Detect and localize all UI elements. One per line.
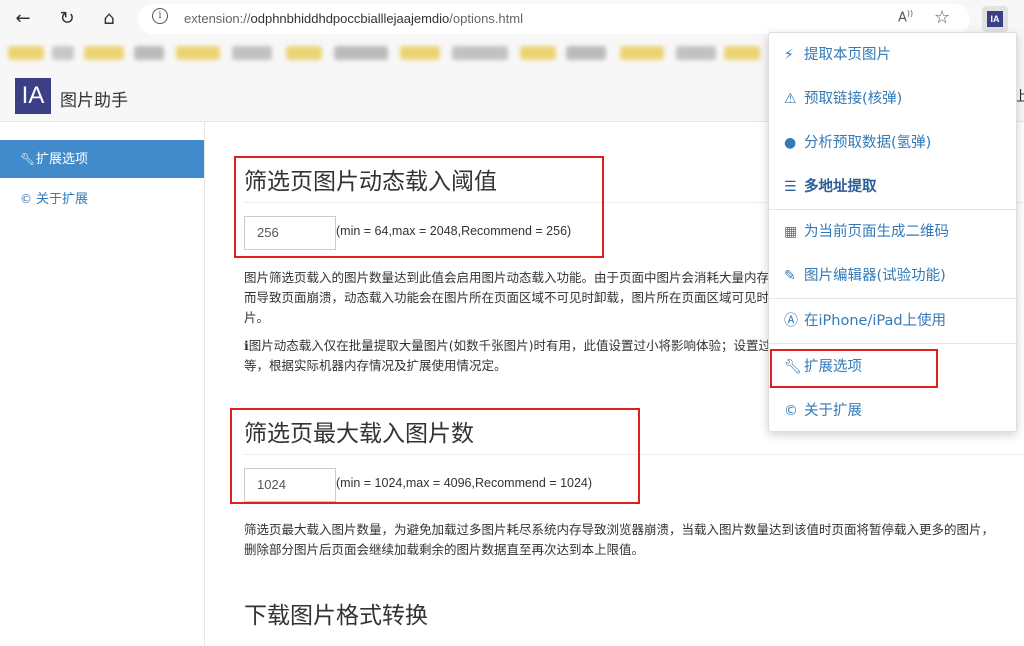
sidebar-item-label: 关于扩展 <box>36 192 89 207</box>
bomb-icon: ● <box>784 135 797 151</box>
bookmark-blur[interactable] <box>8 46 44 60</box>
copyright-icon: © <box>784 403 798 419</box>
copyright-icon: © <box>20 192 32 206</box>
max-images-desc-1: 筛选页最大载入图片数量，为避免加载过多图片耗尽系统内存导致浏览器崩溃，当载入图片… <box>244 522 995 537</box>
extension-button[interactable]: IA <box>982 6 1008 32</box>
popup-item-label: 多地址提取 <box>804 179 877 195</box>
sidebar: 🔧︎扩展选项 © 关于扩展 <box>0 122 205 646</box>
logo: IA <box>15 78 51 114</box>
bookmark-blur[interactable] <box>84 46 124 60</box>
sidebar-item-options[interactable]: 🔧︎扩展选项 <box>0 140 204 178</box>
popup-item-label: 在iPhone/iPad上使用 <box>804 313 947 329</box>
max-images-desc-2: 删除部分图片后页面会继续加载剩余的图片数据直至再次达到本上限值。 <box>244 542 645 557</box>
bookmark-blur[interactable] <box>400 46 440 60</box>
info-icon[interactable]: i <box>152 8 168 24</box>
popup-item-qrcode[interactable]: ▦ 为当前页面生成二维码 <box>769 210 1018 254</box>
popup-item-editor[interactable]: ✎ 图片编辑器(试验功能) <box>769 254 1018 298</box>
popup-item-about[interactable]: © 关于扩展 <box>769 389 1018 433</box>
bookmark-blur[interactable] <box>334 46 388 60</box>
url-path: /options.html <box>449 11 523 26</box>
edit-icon: ✎ <box>784 268 796 284</box>
sidebar-item-label: 扩展选项 <box>36 152 89 167</box>
popup-item-multi-address[interactable]: ☰ 多地址提取 <box>769 165 1018 209</box>
popup-separator <box>769 343 1018 344</box>
highlight-box-options-item <box>770 349 938 388</box>
back-arrow-icon[interactable]: ← <box>10 6 36 32</box>
highlight-box-threshold <box>234 156 604 258</box>
popup-item-label: 关于扩展 <box>804 403 862 419</box>
bookmark-blur[interactable] <box>176 46 220 60</box>
read-aloud-icon[interactable]: A)) <box>898 9 913 25</box>
url-prefix: extension:// <box>184 11 251 26</box>
brand-title: 图片助手 <box>60 91 128 111</box>
wrench-icon: 🔧︎ <box>20 152 36 166</box>
bookmark-blur[interactable] <box>232 46 272 60</box>
bookmark-blur[interactable] <box>134 46 164 60</box>
star-icon[interactable]: ☆ <box>934 7 950 28</box>
bookmark-blur[interactable] <box>566 46 606 60</box>
extension-icon: IA <box>987 11 1003 27</box>
lightning-icon: ⚡︎ <box>784 47 794 63</box>
popup-item-label: 图片编辑器(试验功能) <box>804 268 946 284</box>
appstore-icon: Ⓐ <box>784 313 798 329</box>
bookmark-blur[interactable] <box>286 46 322 60</box>
url-text[interactable]: extension://odphnbhiddhdpoccbialllejaaje… <box>184 11 523 26</box>
popup-item-label: 为当前页面生成二维码 <box>804 224 949 240</box>
section-title-format-convert: 下载图片格式转换 <box>244 603 428 629</box>
url-host: odphnbhiddhdpoccbialllejaajemdio <box>250 11 450 26</box>
popup-item-analyze[interactable]: ● 分析预取数据(氢弹) <box>769 121 1018 165</box>
warning-icon: ⚠ <box>784 91 797 107</box>
bookmark-blur[interactable] <box>620 46 664 60</box>
popup-item-extract[interactable]: ⚡︎ 提取本页图片 <box>769 33 1018 77</box>
popup-item-label: 提取本页图片 <box>804 47 891 63</box>
popup-item-iphone[interactable]: Ⓐ 在iPhone/iPad上使用 <box>769 299 1018 343</box>
qrcode-icon: ▦ <box>784 224 798 240</box>
bookmark-blur[interactable] <box>520 46 556 60</box>
sidebar-item-about[interactable]: © 关于扩展 <box>0 180 204 218</box>
bookmark-blur[interactable] <box>724 46 760 60</box>
list-icon: ☰ <box>784 179 797 195</box>
bookmark-blur[interactable] <box>52 46 74 60</box>
highlight-box-max-images <box>230 408 640 504</box>
bookmark-blur[interactable] <box>676 46 716 60</box>
popup-item-label: 分析预取数据(氢弹) <box>804 135 932 151</box>
reload-icon[interactable]: ↻ <box>54 6 80 32</box>
popup-item-prefetch[interactable]: ⚠ 预取链接(核弹) <box>769 77 1018 121</box>
home-icon[interactable]: ⌂ <box>96 6 122 32</box>
popup-item-label: 预取链接(核弹) <box>804 91 903 107</box>
bookmark-blur[interactable] <box>452 46 508 60</box>
